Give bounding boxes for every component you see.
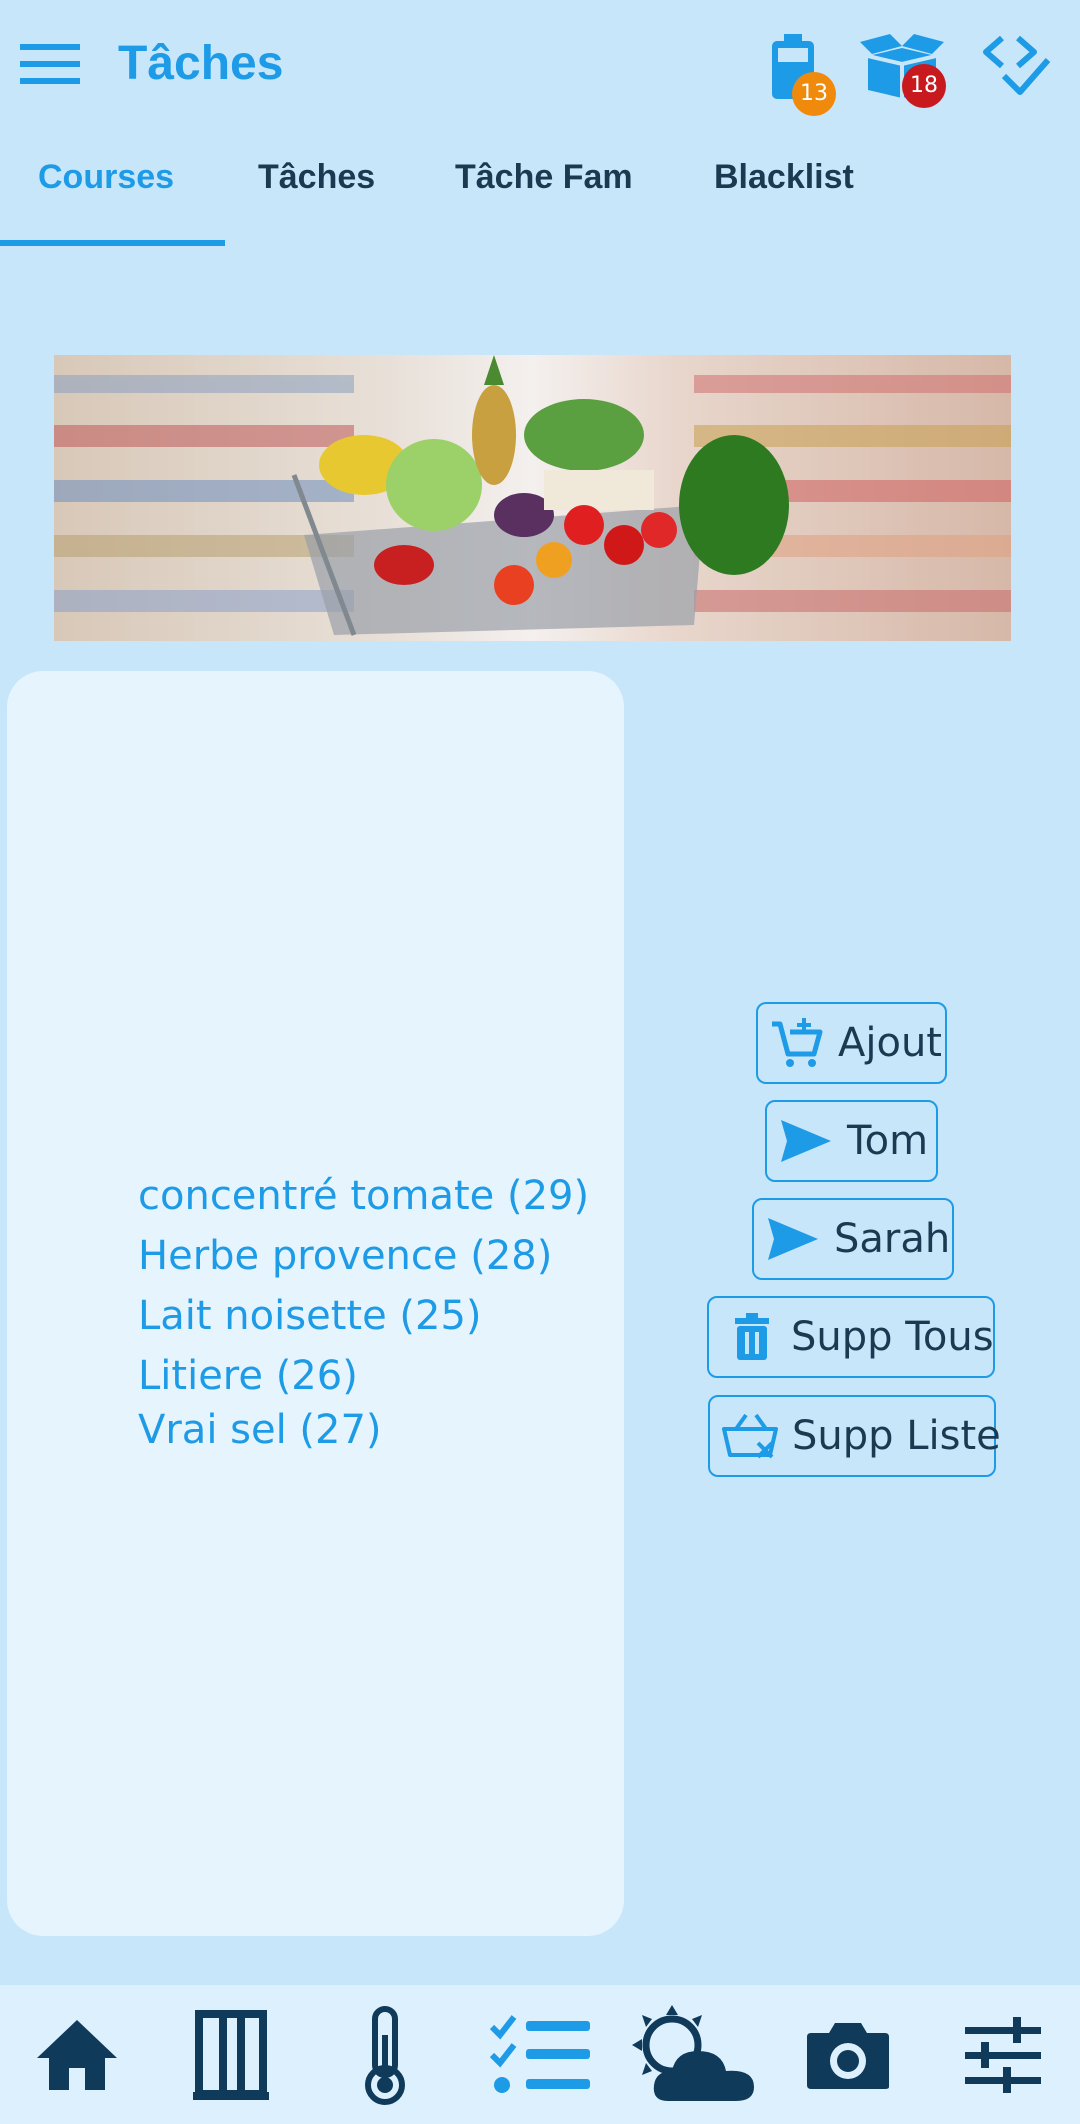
basket-remove-icon [722, 1413, 778, 1459]
weather-icon [632, 2004, 754, 2101]
checklist-icon [489, 2014, 590, 2093]
box-button[interactable]: 18 [856, 28, 956, 108]
tab-indicator [0, 240, 225, 246]
send-sarah-button[interactable]: Sarah [752, 1198, 954, 1280]
delete-list-button[interactable]: Supp Liste [708, 1395, 1001, 1477]
tab-courses[interactable]: Courses [38, 158, 174, 197]
cart-plus-icon [772, 1018, 823, 1067]
bottom-navigation [0, 1985, 1080, 2124]
send-icon [781, 1120, 831, 1162]
send-icon [768, 1218, 818, 1260]
trash-icon [735, 1313, 769, 1360]
tab-tache-fam[interactable]: Tâche Fam [455, 158, 633, 197]
door-icon [193, 2009, 269, 2100]
shopping-list: concentré tomate (29) Herbe provence (28… [138, 1166, 589, 1460]
list-item[interactable]: concentré tomate (29) [138, 1166, 589, 1226]
send-sarah-label: Sarah [834, 1216, 951, 1262]
nav-camera[interactable] [773, 1985, 923, 2124]
send-tom-button[interactable]: Tom [765, 1100, 938, 1182]
delete-all-button[interactable]: Supp Tous [707, 1296, 995, 1378]
list-item[interactable]: Herbe provence (28) [138, 1226, 589, 1286]
nav-weather[interactable] [618, 1985, 768, 2124]
shopping-list-panel: concentré tomate (29) Herbe provence (28… [7, 671, 624, 1936]
send-tom-label: Tom [847, 1118, 929, 1164]
list-item[interactable]: Lait noisette (25) [138, 1286, 589, 1346]
battery-badge: 13 [792, 72, 836, 116]
tab-blacklist[interactable]: Blacklist [714, 158, 854, 197]
nav-thermometer[interactable] [310, 1985, 460, 2124]
sliders-icon [965, 2016, 1041, 2093]
tab-taches[interactable]: Tâches [258, 158, 375, 197]
page-title: Tâches [118, 37, 284, 90]
nav-door[interactable] [155, 1985, 305, 2124]
add-item-button[interactable]: Ajout [756, 1002, 947, 1084]
list-item[interactable]: Vrai sel (27) [138, 1400, 589, 1460]
tab-bar: Courses Tâches Tâche Fam Blacklist [0, 140, 1080, 250]
add-item-label: Ajout [838, 1020, 942, 1066]
delete-list-label: Supp Liste [792, 1413, 1001, 1459]
shopping-banner-image [54, 355, 1011, 641]
delete-all-label: Supp Tous [791, 1314, 994, 1360]
camera-icon [807, 2022, 889, 2089]
nav-home[interactable] [2, 1985, 152, 2124]
app-header: Tâches 13 18 [0, 0, 1080, 130]
thermometer-icon [365, 2005, 405, 2105]
nav-checklist[interactable] [465, 1985, 615, 2124]
code-check-icon[interactable] [980, 32, 1052, 100]
box-badge: 18 [902, 64, 946, 108]
battery-button[interactable]: 13 [760, 30, 840, 116]
nav-settings[interactable] [928, 1985, 1078, 2124]
home-icon [37, 2019, 117, 2090]
list-item[interactable]: Litiere (26) [138, 1346, 589, 1406]
menu-icon[interactable] [18, 40, 82, 88]
